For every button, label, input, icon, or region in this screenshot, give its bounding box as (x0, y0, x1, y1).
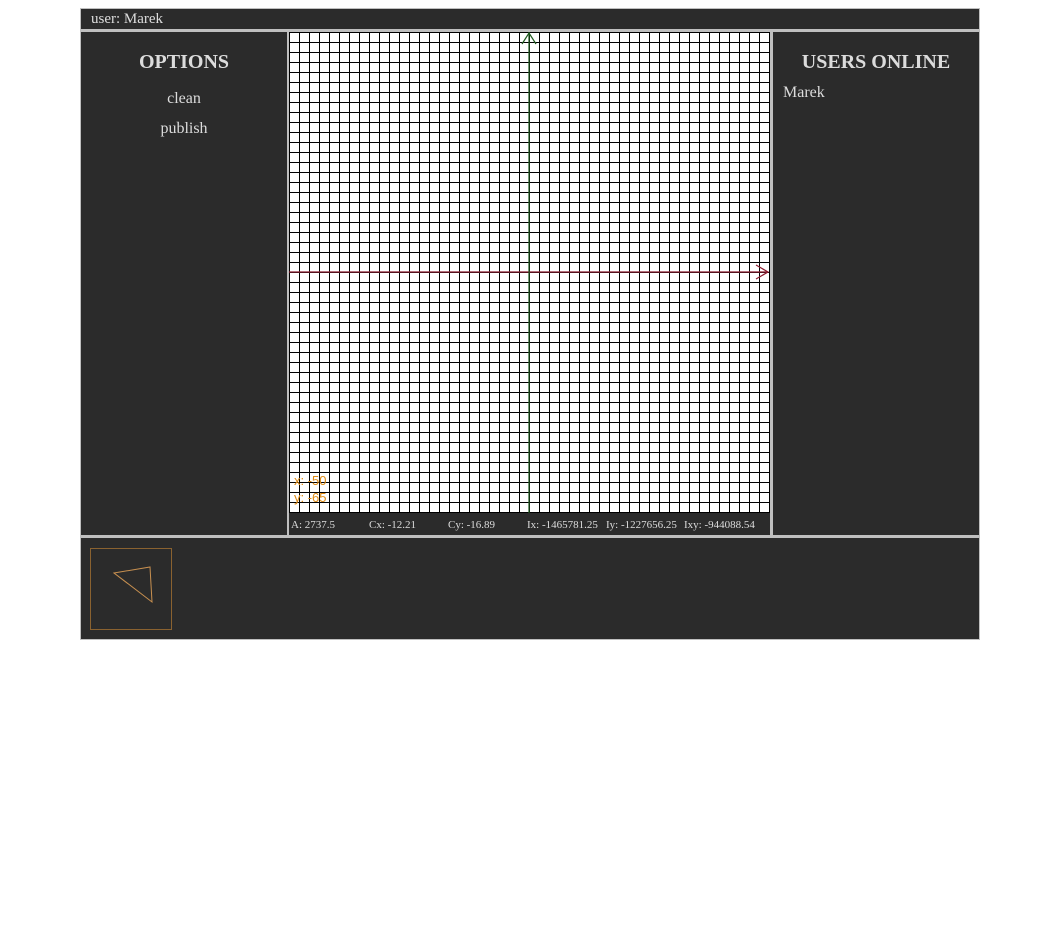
options-panel: OPTIONS clean publish (81, 32, 287, 535)
centroid-y-value: Cy: -16.89 (448, 519, 496, 531)
users-list: Marek (773, 82, 979, 104)
grid-canvas[interactable]: x: -50 y: -65 (289, 32, 770, 513)
user-bar: user: Marek (81, 9, 979, 29)
inertia-x-value: Ix: -1465781.25 (527, 519, 598, 531)
user-list-item: Marek (783, 84, 825, 101)
drawing-canvas[interactable]: x: -50 y: -65 (289, 32, 770, 513)
product-inertia-value: Ixy: -944088.54 (684, 519, 755, 531)
area-value: A: 2737.5 (291, 519, 335, 531)
shape-thumbnail[interactable] (90, 548, 172, 630)
options-title: OPTIONS (138, 51, 230, 73)
users-online-panel: USERS ONLINE Marek (773, 32, 979, 535)
shape-properties-bar: A: 2737.5 Cx: -12.21 Cy: -16.89 Ix: -146… (289, 515, 770, 535)
current-user-label: user: Marek (91, 11, 164, 27)
cursor-x-readout: x: -50 (294, 473, 327, 488)
drawing-panel: x: -50 y: -65 A: 2737.5 Cx: -12.21 Cy: -… (289, 32, 770, 535)
triangle-shape-icon (112, 566, 153, 604)
users-online-title: USERS ONLINE (801, 51, 951, 73)
app-window: user: Marek OPTIONS clean publish x: -50… (80, 8, 980, 640)
cursor-y-readout: y: -65 (294, 490, 327, 505)
centroid-x-value: Cx: -12.21 (369, 519, 417, 531)
inertia-y-value: Iy: -1227656.25 (606, 519, 677, 531)
clean-button[interactable]: clean (81, 84, 287, 114)
publish-button[interactable]: publish (81, 114, 287, 144)
saved-shapes-panel (81, 538, 979, 639)
options-list: clean publish (81, 84, 287, 144)
